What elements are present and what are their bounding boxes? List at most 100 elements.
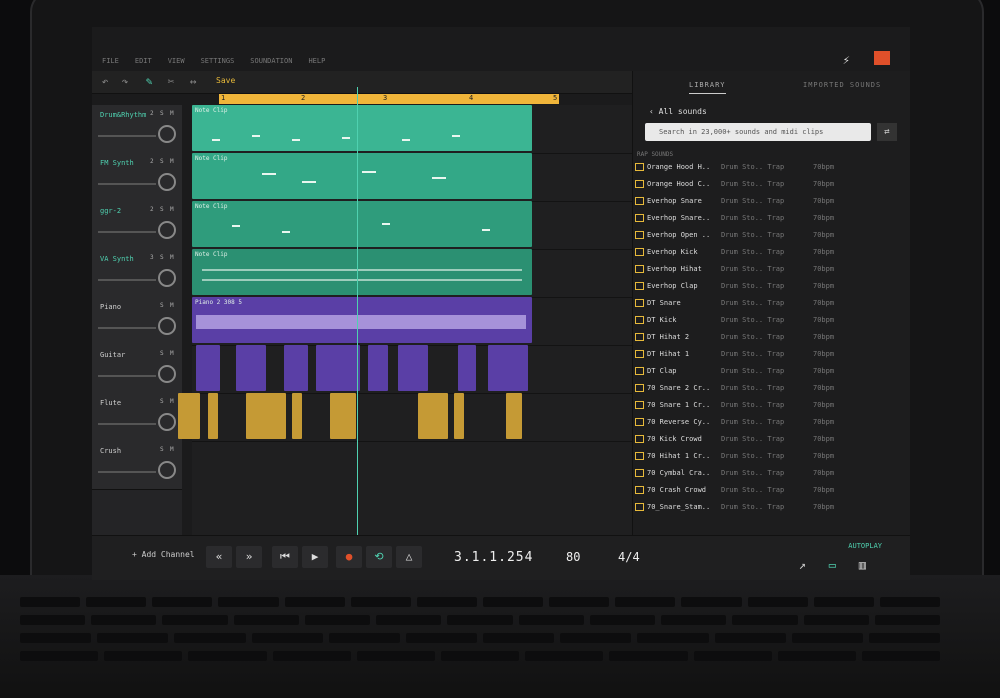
sound-item[interactable]: Orange Hood C.. Drum Sto.. Trap 70bpm <box>633 176 893 193</box>
note-clip[interactable]: Note Clip <box>192 201 532 247</box>
metronome-icon[interactable]: △ <box>396 546 422 568</box>
audio-clip[interactable] <box>506 393 522 439</box>
menu-item[interactable]: FILE <box>102 57 119 65</box>
audio-clip[interactable] <box>330 393 356 439</box>
mute-button[interactable]: M <box>170 110 174 117</box>
play-icon[interactable]: ▶ <box>302 546 328 568</box>
arrangement-area[interactable]: Note Clip Note Clip Note Clip Note Clip … <box>178 105 632 535</box>
menu-item[interactable]: SETTINGS <box>201 57 235 65</box>
sound-item[interactable]: 70 Kick Crowd Drum Sto.. Trap 70bpm <box>633 431 893 448</box>
solo-button[interactable]: S <box>160 446 164 453</box>
pan-knob[interactable] <box>158 413 176 431</box>
skip-start-icon[interactable]: ⏮ <box>272 546 298 568</box>
solo-button[interactable]: S <box>160 398 164 405</box>
track-header[interactable]: ggr-2 2 S M <box>92 201 182 250</box>
pan-knob[interactable] <box>158 365 176 383</box>
mute-button[interactable]: M <box>170 254 174 261</box>
lightning-icon[interactable]: ⚡ <box>843 53 850 67</box>
folder-icon[interactable]: ▭ <box>829 558 836 572</box>
pan-knob[interactable] <box>158 173 176 191</box>
sound-item[interactable]: DT Kick Drum Sto.. Trap 70bpm <box>633 312 893 329</box>
sound-item[interactable]: 70 Hihat 1 Cr.. Drum Sto.. Trap 70bpm <box>633 448 893 465</box>
audio-clip[interactable] <box>418 393 448 439</box>
fast-forward-icon[interactable]: » <box>236 546 262 568</box>
audio-clip[interactable] <box>316 345 360 391</box>
audio-clip[interactable] <box>236 345 266 391</box>
save-button[interactable]: Save <box>216 76 235 85</box>
time-signature[interactable]: 4/4 <box>618 550 640 564</box>
track-header[interactable]: Piano S M <box>92 297 182 346</box>
volume-slider[interactable] <box>98 279 156 281</box>
audio-clip[interactable] <box>178 393 200 439</box>
sound-item[interactable]: 70 Cymbal Cra.. Drum Sto.. Trap 70bpm <box>633 465 893 482</box>
audio-clip[interactable] <box>284 345 308 391</box>
sound-item[interactable]: Everhop Snare Drum Sto.. Trap 70bpm <box>633 193 893 210</box>
export-icon[interactable]: ↗ <box>799 558 806 572</box>
sound-item[interactable]: Everhop Snare.. Drum Sto.. Trap 70bpm <box>633 210 893 227</box>
scissors-icon[interactable]: ✂ <box>164 75 178 89</box>
note-clip[interactable]: Note Clip <box>192 105 532 151</box>
volume-slider[interactable] <box>98 231 156 233</box>
sound-item[interactable]: DT Hihat 2 Drum Sto.. Trap 70bpm <box>633 329 893 346</box>
bpm-display[interactable]: 80 <box>566 550 580 564</box>
volume-slider[interactable] <box>98 471 156 473</box>
note-clip[interactable]: Note Clip <box>192 249 532 295</box>
mute-button[interactable]: M <box>170 446 174 453</box>
audio-clip[interactable] <box>292 393 302 439</box>
menu-item[interactable]: SOUNDATION <box>250 57 292 65</box>
track-header[interactable]: Guitar S M <box>92 345 182 394</box>
sound-item[interactable]: 70 Snare 1 Cr.. Drum Sto.. Trap 70bpm <box>633 397 893 414</box>
audio-clip[interactable] <box>488 345 528 391</box>
sound-item[interactable]: DT Snare Drum Sto.. Trap 70bpm <box>633 295 893 312</box>
back-link[interactable]: ‹ All sounds <box>649 107 707 116</box>
loop-icon[interactable]: ⟲ <box>366 546 392 568</box>
audio-clip[interactable] <box>208 393 218 439</box>
pan-knob[interactable] <box>158 317 176 335</box>
track-header[interactable]: FM Synth 2 S M <box>92 153 182 202</box>
rewind-icon[interactable]: « <box>206 546 232 568</box>
volume-slider[interactable] <box>98 135 156 137</box>
solo-button[interactable]: S <box>160 206 164 213</box>
audio-clip[interactable] <box>454 393 464 439</box>
volume-slider[interactable] <box>98 375 156 377</box>
track-header[interactable]: Crush S M <box>92 441 182 490</box>
sound-item[interactable]: Everhop Hihat Drum Sto.. Trap 70bpm <box>633 261 893 278</box>
stretch-icon[interactable]: ↔ <box>186 75 200 89</box>
audio-clip[interactable] <box>246 393 286 439</box>
sound-item[interactable]: Orange Hood H.. Drum Sto.. Trap 70bpm <box>633 159 893 176</box>
audio-clip[interactable] <box>368 345 388 391</box>
pencil-icon[interactable]: ✎ <box>142 75 156 89</box>
sound-item[interactable]: 70 Snare 2 Cr.. Drum Sto.. Trap 70bpm <box>633 380 893 397</box>
solo-button[interactable]: S <box>160 254 164 261</box>
note-clip[interactable]: Note Clip <box>192 153 532 199</box>
sound-item[interactable]: 70_Snare_Stam.. Drum Sto.. Trap 70bpm <box>633 499 893 516</box>
pan-knob[interactable] <box>158 125 176 143</box>
audio-clip[interactable]: Piano 2 308 5 <box>192 297 532 343</box>
user-menu-button[interactable] <box>874 51 890 65</box>
sound-item[interactable]: Everhop Kick Drum Sto.. Trap 70bpm <box>633 244 893 261</box>
volume-slider[interactable] <box>98 327 156 329</box>
track-header[interactable]: Drum&Rhythm 2 S M <box>92 105 182 154</box>
autoplay-toggle[interactable]: AUTOPLAY <box>848 542 882 550</box>
filter-icon[interactable]: ⇄ <box>877 123 897 141</box>
undo-icon[interactable]: ↶ <box>98 75 112 89</box>
mute-button[interactable]: M <box>170 398 174 405</box>
mute-button[interactable]: M <box>170 158 174 165</box>
track-header[interactable]: VA Synth 3 S M <box>92 249 182 298</box>
menu-item[interactable]: VIEW <box>168 57 185 65</box>
sound-item[interactable]: 70 Crash Crowd Drum Sto.. Trap 70bpm <box>633 482 893 499</box>
add-channel-button[interactable]: + Add Channel <box>132 550 195 559</box>
solo-button[interactable]: S <box>160 350 164 357</box>
tab-imported-sounds[interactable]: IMPORTED SOUNDS <box>803 81 881 89</box>
volume-slider[interactable] <box>98 183 156 185</box>
mute-button[interactable]: M <box>170 302 174 309</box>
tab-library[interactable]: LIBRARY <box>689 81 726 94</box>
piano-icon[interactable]: ▥ <box>859 558 866 572</box>
sound-item[interactable]: Everhop Clap Drum Sto.. Trap 70bpm <box>633 278 893 295</box>
audio-clip[interactable] <box>398 345 428 391</box>
pan-knob[interactable] <box>158 221 176 239</box>
volume-slider[interactable] <box>98 423 156 425</box>
sound-item[interactable]: Everhop Open .. Drum Sto.. Trap 70bpm <box>633 227 893 244</box>
mute-button[interactable]: M <box>170 206 174 213</box>
pan-knob[interactable] <box>158 269 176 287</box>
